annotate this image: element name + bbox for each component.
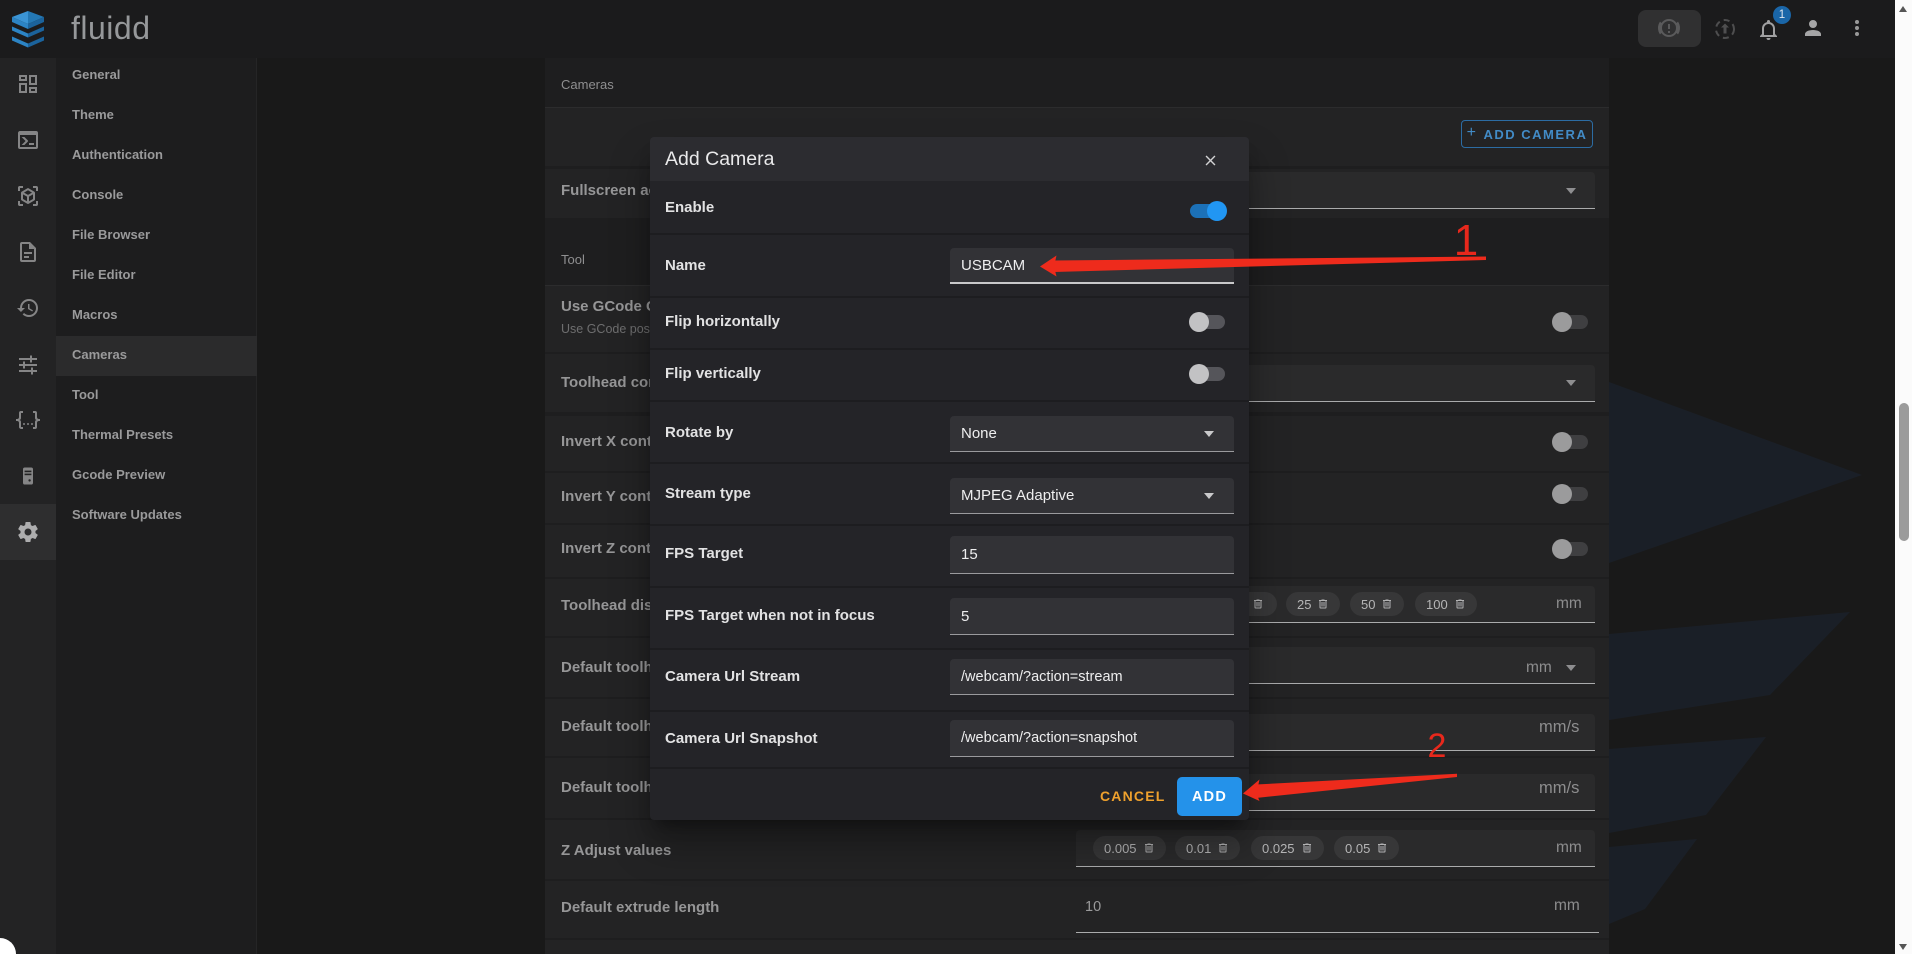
svg-text:1: 1 (1454, 216, 1478, 265)
svg-text:2: 2 (1428, 727, 1447, 765)
